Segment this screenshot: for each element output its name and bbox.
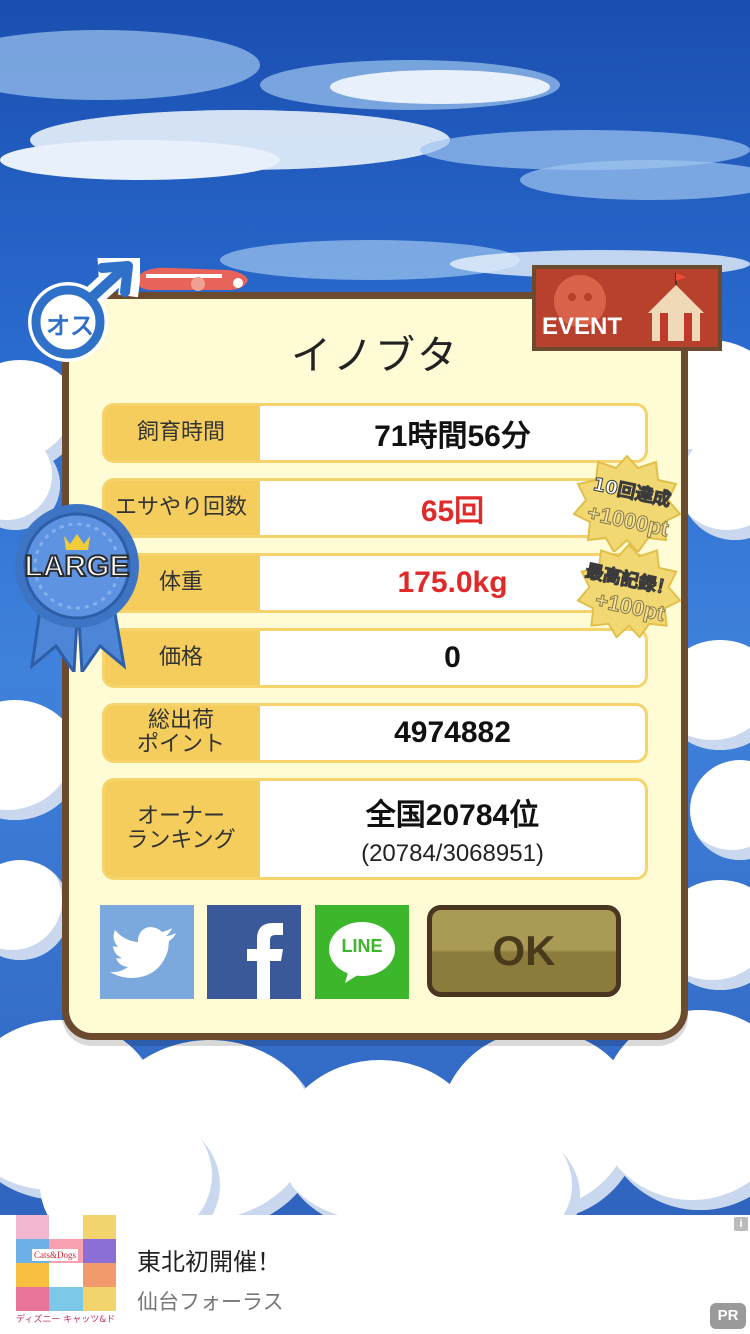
- ranking-detail: (20784/3068951): [361, 840, 544, 867]
- twitter-share-button[interactable]: [100, 905, 194, 999]
- stat-value: 4974882: [260, 706, 645, 760]
- stat-row-ranking: オーナー ランキング 全国20784位 (20784/3068951): [102, 778, 648, 880]
- stat-row-feeding-count: エサやり回数 65回: [102, 478, 648, 538]
- ad-info-icon[interactable]: i: [734, 1217, 748, 1231]
- stat-value: 0: [260, 631, 645, 685]
- stat-value: 71時間56分: [260, 406, 645, 460]
- stat-value: 全国20784位 (20784/3068951): [260, 781, 645, 877]
- ad-title[interactable]: 東北初開催！: [137, 1242, 281, 1277]
- ad-thumbnail[interactable]: Cats&Dogs ディズニー キャッツ&ドッグス展: [16, 1215, 116, 1334]
- ok-button[interactable]: OK: [427, 905, 621, 997]
- size-label: LARGE: [24, 549, 131, 584]
- ad-thumbnail-logo: Cats&Dogs: [32, 1249, 79, 1261]
- facebook-share-button[interactable]: [207, 905, 301, 999]
- ranking-value: 全国20784位: [365, 799, 540, 832]
- event-banner[interactable]: EVENT: [532, 265, 722, 351]
- large-size-ribbon-icon: [15, 504, 139, 672]
- stat-row-price: 価格 0: [102, 628, 648, 688]
- airplane-icon: [136, 267, 248, 291]
- twitter-icon: [110, 927, 176, 978]
- pr-badge: PR: [710, 1303, 746, 1329]
- stat-row-weight: 体重 175.0kg: [102, 553, 648, 613]
- line-label: LINE: [341, 936, 383, 956]
- stat-label: オーナー ランキング: [126, 804, 236, 853]
- stat-row-total-points: 総出荷 ポイント 4974882: [102, 703, 648, 763]
- ad-banner[interactable]: Cats&Dogs ディズニー キャッツ&ドッグス展: [0, 1215, 750, 1334]
- line-share-button[interactable]: LINE: [315, 905, 409, 999]
- ad-thumbnail-caption: ディズニー キャッツ&ドッグス展: [16, 1315, 116, 1325]
- stat-label: 飼育時間: [136, 420, 225, 445]
- stat-label: 総出荷 ポイント: [136, 708, 225, 757]
- gender-label: オス: [46, 312, 94, 340]
- ad-subtitle[interactable]: 仙台フォーラス: [137, 1286, 284, 1316]
- event-label: EVENT: [542, 313, 623, 340]
- facebook-icon: [247, 923, 283, 999]
- stat-row-breeding-time: 飼育時間 71時間56分: [102, 403, 648, 463]
